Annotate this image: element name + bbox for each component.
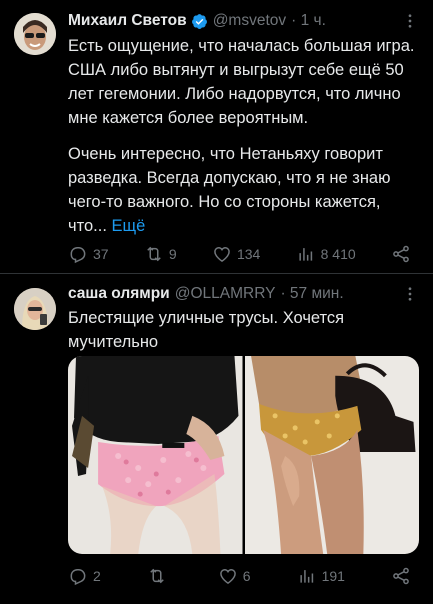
more-icon[interactable] [401, 285, 419, 303]
more-icon[interactable] [401, 12, 419, 30]
like-icon [214, 246, 230, 262]
like-count: 6 [242, 568, 251, 584]
avatar-image [14, 13, 56, 55]
share-icon [393, 567, 409, 585]
photo-1-image [68, 356, 243, 554]
photo-2[interactable] [244, 356, 419, 554]
share-button[interactable] [391, 244, 411, 264]
views-count: 191 [321, 568, 345, 584]
tweet-header: Михаил Светов @msvetov · 1 ч. [68, 10, 419, 32]
views-button[interactable]: 8 410 [296, 244, 356, 264]
photo-1[interactable] [68, 356, 243, 554]
like-count: 134 [236, 246, 261, 262]
tweet-time[interactable]: · 57 мин. [280, 285, 343, 303]
avatar[interactable] [14, 288, 56, 330]
verified-badge-icon [191, 13, 207, 29]
reply-button[interactable]: 2 [68, 566, 101, 586]
author-handle[interactable]: @OLLAMRRY [175, 285, 276, 303]
like-icon [219, 568, 236, 584]
retweet-count: 9 [168, 246, 177, 262]
reply-icon [70, 247, 86, 264]
reply-icon [70, 569, 86, 586]
views-icon [300, 570, 313, 583]
tweet[interactable]: Михаил Светов @msvetov · 1 ч. Есть ощуще… [0, 0, 433, 274]
views-count: 8 410 [320, 246, 356, 262]
tweet-text-continued: Очень интересно, что Нетаньяху говорит р… [68, 142, 418, 238]
tweet[interactable]: саша олямри @OLLAMRRY · 57 мин. Блестящи… [0, 275, 433, 604]
author-handle[interactable]: @msvetov [213, 12, 286, 30]
tweet-text: Есть ощущение, что началась большая игра… [68, 37, 415, 127]
tweet-actions: 37 9 134 8 410 [68, 243, 411, 265]
share-button[interactable] [391, 566, 411, 586]
share-icon [393, 245, 409, 263]
reply-button[interactable]: 37 [68, 244, 109, 264]
reply-count: 37 [93, 246, 109, 262]
like-button[interactable]: 134 [212, 244, 260, 264]
avatar-image [14, 288, 56, 330]
avatar[interactable] [14, 13, 56, 55]
tweet-header: саша олямри @OLLAMRRY · 57 мин. [68, 283, 419, 305]
retweet-button[interactable]: 9 [144, 244, 177, 264]
tweet-text: Блестящие уличные трусы. Хочется мучител… [68, 309, 345, 351]
tweet-media[interactable] [68, 356, 419, 554]
retweet-button[interactable] [147, 566, 172, 586]
author-name[interactable]: саша олямри [68, 285, 170, 303]
retweet-icon [147, 246, 161, 262]
author-name[interactable]: Михаил Светов [68, 12, 187, 30]
tweet-actions: 2 6 191 [68, 565, 411, 587]
reply-count: 2 [93, 568, 101, 584]
views-icon [299, 248, 312, 261]
tweet-time[interactable]: · 1 ч. [291, 12, 326, 30]
like-button[interactable]: 6 [218, 566, 251, 586]
photo-2-image [244, 356, 419, 554]
retweet-icon [150, 568, 164, 584]
show-more-link[interactable]: Ещё [112, 217, 146, 235]
views-button[interactable]: 191 [297, 566, 345, 586]
